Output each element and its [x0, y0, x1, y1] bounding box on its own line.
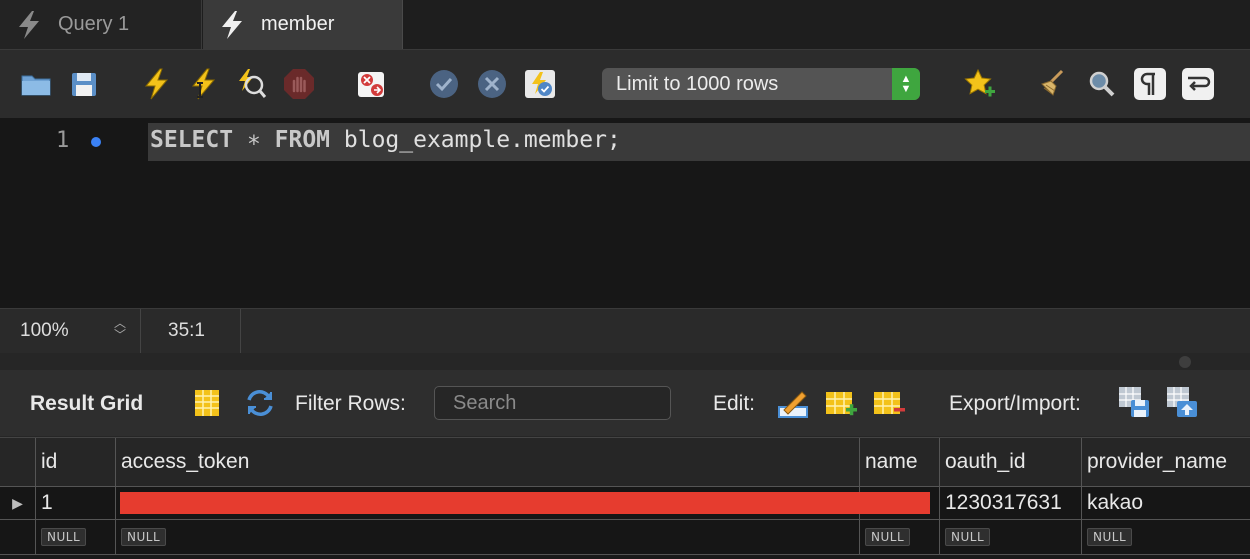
refresh-icon[interactable] [243, 386, 277, 420]
row-selector[interactable] [0, 520, 35, 554]
chevron-up-down-icon: ▲ ▼ [892, 68, 920, 100]
null-badge: NULL [1087, 528, 1133, 546]
column-header-oauth-id[interactable]: oauth_id [939, 438, 1081, 486]
cell-provider-name[interactable]: kakao [1081, 487, 1250, 519]
statement-marker-icon [91, 137, 101, 147]
panel-splitter[interactable] [0, 353, 1250, 369]
delete-row-icon[interactable] [872, 386, 906, 420]
export-icon[interactable] [1117, 385, 1151, 419]
result-grid-label[interactable]: Result Grid [30, 392, 143, 416]
cell-provider-name[interactable]: NULL [1081, 520, 1250, 554]
execute-current-icon[interactable] [186, 67, 220, 101]
export-import-label: Export/Import: [949, 392, 1081, 415]
add-snippet-icon[interactable] [963, 67, 997, 101]
filter-search-box[interactable] [434, 386, 720, 420]
editor-status-bar: 100% ︿ ﹀ 35:1 [0, 308, 1250, 353]
null-badge: NULL [865, 528, 911, 546]
column-header-access-token[interactable]: access_token [115, 438, 859, 486]
limit-rows-label: Limit to 1000 rows [616, 72, 779, 95]
redaction-bar [120, 492, 930, 514]
commit-icon[interactable] [427, 67, 461, 101]
lightning-icon [222, 10, 242, 39]
tab-member[interactable]: member [203, 0, 403, 49]
sql-editor[interactable]: 1 SELECT ∗ FROM blog_example.member; [0, 118, 1250, 308]
sql-statement[interactable]: SELECT ∗ FROM blog_example.member; [150, 127, 621, 153]
import-icon[interactable] [1165, 385, 1199, 419]
row-header-corner [0, 438, 35, 486]
table-row[interactable]: ▶ 1 1230317631 kakao [0, 487, 1250, 520]
column-header-name[interactable]: name [859, 438, 939, 486]
sql-wildcard: ∗ [233, 127, 275, 153]
grid-header-row: id access_token name oauth_id provider_n… [0, 438, 1250, 487]
result-toolbar: Result Grid Filter Rows: Edit: Export/Im… [0, 370, 1250, 436]
cell-id[interactable]: NULL [35, 520, 115, 554]
cell-oauth-id[interactable]: NULL [939, 520, 1081, 554]
row-pointer-icon: ▶ [12, 494, 23, 511]
edit-cell-icon[interactable] [776, 386, 810, 420]
tab-query-1[interactable]: Query 1 [0, 0, 202, 49]
cell-id[interactable]: 1 [35, 487, 115, 519]
rollback-icon[interactable] [475, 67, 509, 101]
limit-rows-select[interactable]: Limit to 1000 rows ▲ ▼ [602, 68, 920, 100]
splitter-handle[interactable] [1179, 356, 1191, 368]
null-badge: NULL [41, 528, 87, 546]
zoom-stepper-icon[interactable]: ︿ ﹀ [114, 317, 126, 341]
null-badge: NULL [121, 528, 167, 546]
row-selector[interactable]: ▶ [0, 487, 35, 519]
filter-rows-label: Filter Rows: [295, 392, 406, 415]
tab-label: Query 1 [58, 13, 130, 35]
sql-keyword-from: FROM [274, 127, 331, 153]
add-row-icon[interactable] [824, 386, 858, 420]
execute-icon[interactable] [139, 67, 173, 101]
result-grid[interactable]: id access_token name oauth_id provider_n… [0, 437, 1250, 559]
column-header-id[interactable]: id [35, 438, 115, 486]
tab-label: member [261, 13, 335, 35]
cell-oauth-id[interactable]: 1230317631 [939, 487, 1081, 519]
invisible-chars-icon[interactable] [1133, 67, 1167, 101]
table-row[interactable]: NULL NULL NULL NULL NULL [0, 520, 1250, 555]
null-badge: NULL [945, 528, 991, 546]
column-header-provider-name[interactable]: provider_name [1081, 438, 1250, 486]
tab-bar: Query 1 member [0, 0, 1250, 50]
sql-toolbar: Limit to 1000 rows ▲ ▼ [0, 50, 1250, 118]
lightning-icon [19, 10, 39, 39]
filter-search-input[interactable] [447, 390, 720, 416]
grid-columns-icon[interactable] [190, 386, 224, 420]
sql-table-ref: blog_example.member; [330, 127, 621, 153]
edit-label: Edit: [713, 392, 756, 415]
zoom-level[interactable]: 100% [20, 320, 69, 342]
stop-icon[interactable] [282, 67, 316, 101]
status-divider [240, 309, 241, 353]
beautify-icon[interactable] [1036, 67, 1070, 101]
find-icon[interactable] [1085, 67, 1119, 101]
toggle-error-stop-icon[interactable] [355, 67, 389, 101]
open-folder-icon[interactable] [19, 67, 53, 101]
cell-name[interactable]: NULL [859, 520, 939, 554]
explain-icon[interactable] [234, 67, 268, 101]
sql-keyword-select: SELECT [150, 127, 234, 153]
wrap-lines-icon[interactable] [1181, 67, 1215, 101]
line-number: 1 [56, 128, 70, 153]
status-divider [140, 309, 141, 353]
autocommit-icon[interactable] [523, 67, 557, 101]
cursor-position: 35:1 [168, 320, 205, 341]
cell-access-token[interactable]: NULL [115, 520, 859, 554]
save-icon[interactable] [67, 67, 101, 101]
